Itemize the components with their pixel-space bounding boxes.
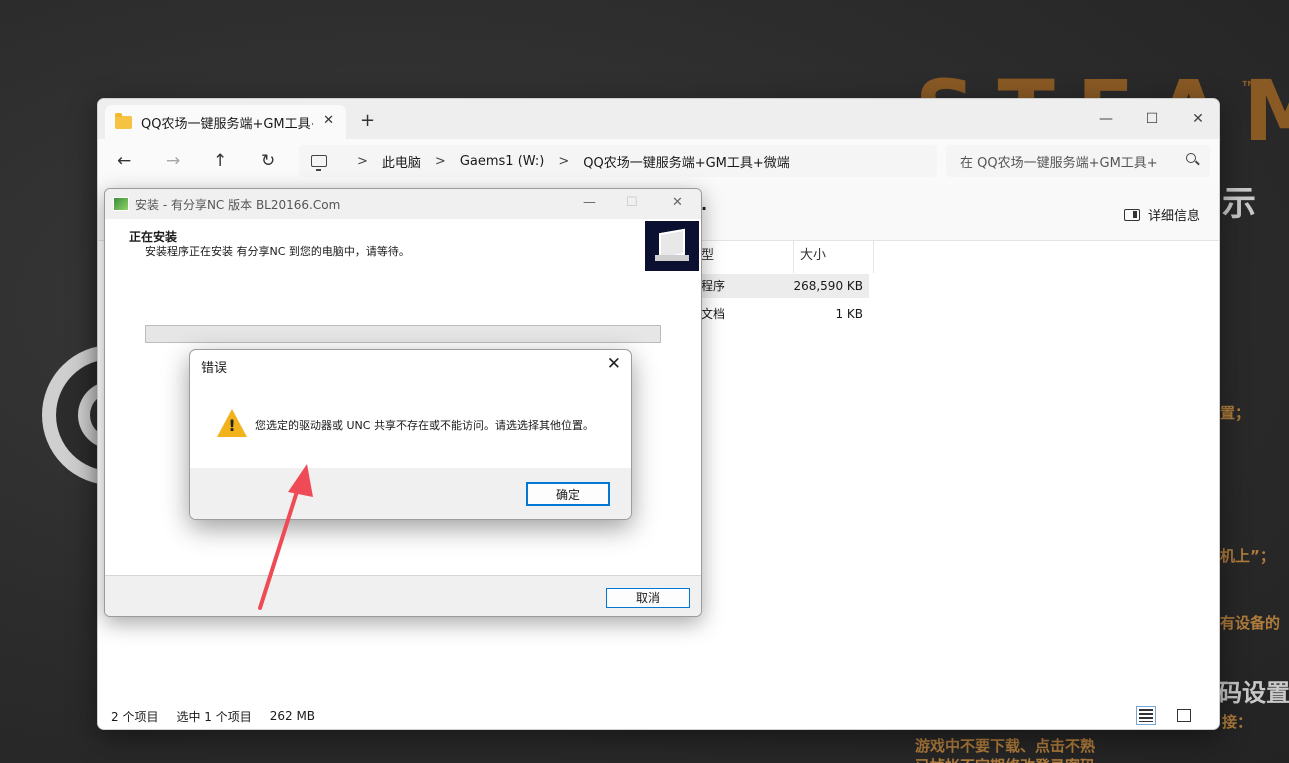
refresh-icon[interactable]: ↻ <box>261 151 275 171</box>
poster-text-4: 有设备的 <box>1220 614 1281 632</box>
error-dialog-footer: 确定 <box>190 468 631 519</box>
file-row[interactable]: 程序 268,590 KB <box>695 274 869 298</box>
breadcrumb-chevron-icon: > <box>357 153 368 169</box>
details-pane-icon <box>1124 208 1140 221</box>
tab-folder[interactable]: QQ农场一键服务端+GM工具+微端 ✕ <box>105 105 346 139</box>
back-icon[interactable]: ← <box>117 151 131 171</box>
file-size: 268,590 KB <box>793 279 863 293</box>
installer-title: 安装 - 有分享NC 版本 BL20166.Com <box>135 197 341 212</box>
poster-text-8: 已掉帐不定期修改登录密码 <box>915 755 1095 763</box>
cancel-button[interactable]: 取消 <box>606 588 690 608</box>
new-tab-button[interactable]: + <box>360 110 375 131</box>
search-input[interactable]: 在 QQ农场一键服务端+GM工具+ <box>946 145 1210 177</box>
address-bar[interactable]: > 此电脑 > Gaems1 (W:) > QQ农场一键服务端+GM工具+微端 <box>299 145 937 177</box>
installer-logo-icon <box>645 221 699 271</box>
file-size: 1 KB <box>835 307 863 321</box>
installer-maximize-button[interactable]: ☐ <box>626 195 638 210</box>
poster-text-2: 置； <box>1220 404 1251 422</box>
poster-text-3: 机上”； <box>1220 547 1275 565</box>
poster-text-6: 接： <box>1222 713 1253 731</box>
details-view-icon[interactable] <box>1136 706 1156 725</box>
tab-close-icon[interactable]: ✕ <box>323 113 334 128</box>
error-message: 您选定的驱动器或 UNC 共享不存在或不能访问。请选选择其他位置。 <box>255 419 594 432</box>
poster-text-5: 码设置 <box>1218 679 1289 707</box>
selected-count: 选中 1 个项目 <box>176 709 252 724</box>
installer-title-bar: 安装 - 有分享NC 版本 BL20166.Com — ☐ ✕ <box>105 189 701 219</box>
warning-mark: ! <box>228 416 236 435</box>
file-row[interactable]: 文档 1 KB <box>695 302 869 326</box>
installer-footer: 取消 <box>105 575 701 616</box>
installer-header: 正在安装 安装程序正在安装 有分享NC 到您的电脑中，请等待。 <box>105 219 701 275</box>
tab-bar: QQ农场一键服务端+GM工具+微端 ✕ + — ☐ ✕ <box>98 99 1219 139</box>
tiles-view-icon[interactable] <box>1177 709 1191 722</box>
installer-app-icon <box>113 197 129 211</box>
error-dialog-title: 错误 <box>201 361 228 376</box>
error-dialog: 错误 ✕ ! 您选定的驱动器或 UNC 共享不存在或不能访问。请选选择其他位置。… <box>189 349 632 520</box>
navigation-bar: ← → ↑ ↻ > 此电脑 > Gaems1 (W:) > QQ农场一键服务端+… <box>98 139 1219 185</box>
breadcrumb-chevron-icon: > <box>434 153 446 169</box>
error-dialog-body: ! 您选定的驱动器或 UNC 共享不存在或不能访问。请选选择其他位置。 <box>190 380 631 468</box>
up-icon[interactable]: ↑ <box>213 151 227 171</box>
trademark-mark: ™ <box>1240 78 1258 99</box>
ok-button[interactable]: 确定 <box>526 482 610 506</box>
installer-subheading: 安装程序正在安装 有分享NC 到您的电脑中，请等待。 <box>145 245 410 258</box>
breadcrumb-drive[interactable]: Gaems1 (W:) <box>460 154 545 169</box>
minimize-button[interactable]: — <box>1083 105 1129 133</box>
tab-title: QQ农场一键服务端+GM工具+微端 <box>141 116 313 132</box>
folder-icon <box>115 112 132 129</box>
selected-size: 262 MB <box>269 709 316 723</box>
column-header-size[interactable]: 大小 <box>794 241 874 273</box>
installer-close-button[interactable]: ✕ <box>672 195 683 210</box>
file-type: 程序 <box>701 279 726 293</box>
breadcrumb-folder[interactable]: QQ农场一键服务端+GM工具+微端 <box>583 152 790 171</box>
file-type: 文档 <box>701 307 726 321</box>
installer-minimize-button[interactable]: — <box>583 195 596 210</box>
install-progress-bar <box>145 325 661 343</box>
column-header-type[interactable]: 型 <box>695 241 794 273</box>
search-placeholder: 在 QQ农场一键服务端+GM工具+ <box>960 155 1158 171</box>
item-count: 2 个项目 <box>111 709 159 724</box>
poster-text-7: 游戏中不要下载、点击不熟 <box>915 737 1096 755</box>
details-label: 详细信息 <box>1148 209 1201 224</box>
details-pane-button[interactable]: 详细信息 <box>1124 205 1200 224</box>
view-switcher <box>1136 706 1209 725</box>
forward-icon[interactable]: → <box>166 151 180 171</box>
status-bar: 2 个项目 选中 1 个项目 262 MB <box>98 701 1219 729</box>
computer-icon <box>311 155 327 171</box>
search-icon <box>1186 153 1196 163</box>
breadcrumb-this-pc[interactable]: 此电脑 <box>382 152 421 171</box>
error-close-icon[interactable]: ✕ <box>607 354 621 374</box>
close-window-button[interactable]: ✕ <box>1175 105 1219 133</box>
breadcrumb-chevron-icon: > <box>558 153 570 169</box>
poster-text-1: 示 <box>1222 184 1256 224</box>
maximize-button[interactable]: ☐ <box>1129 105 1175 133</box>
